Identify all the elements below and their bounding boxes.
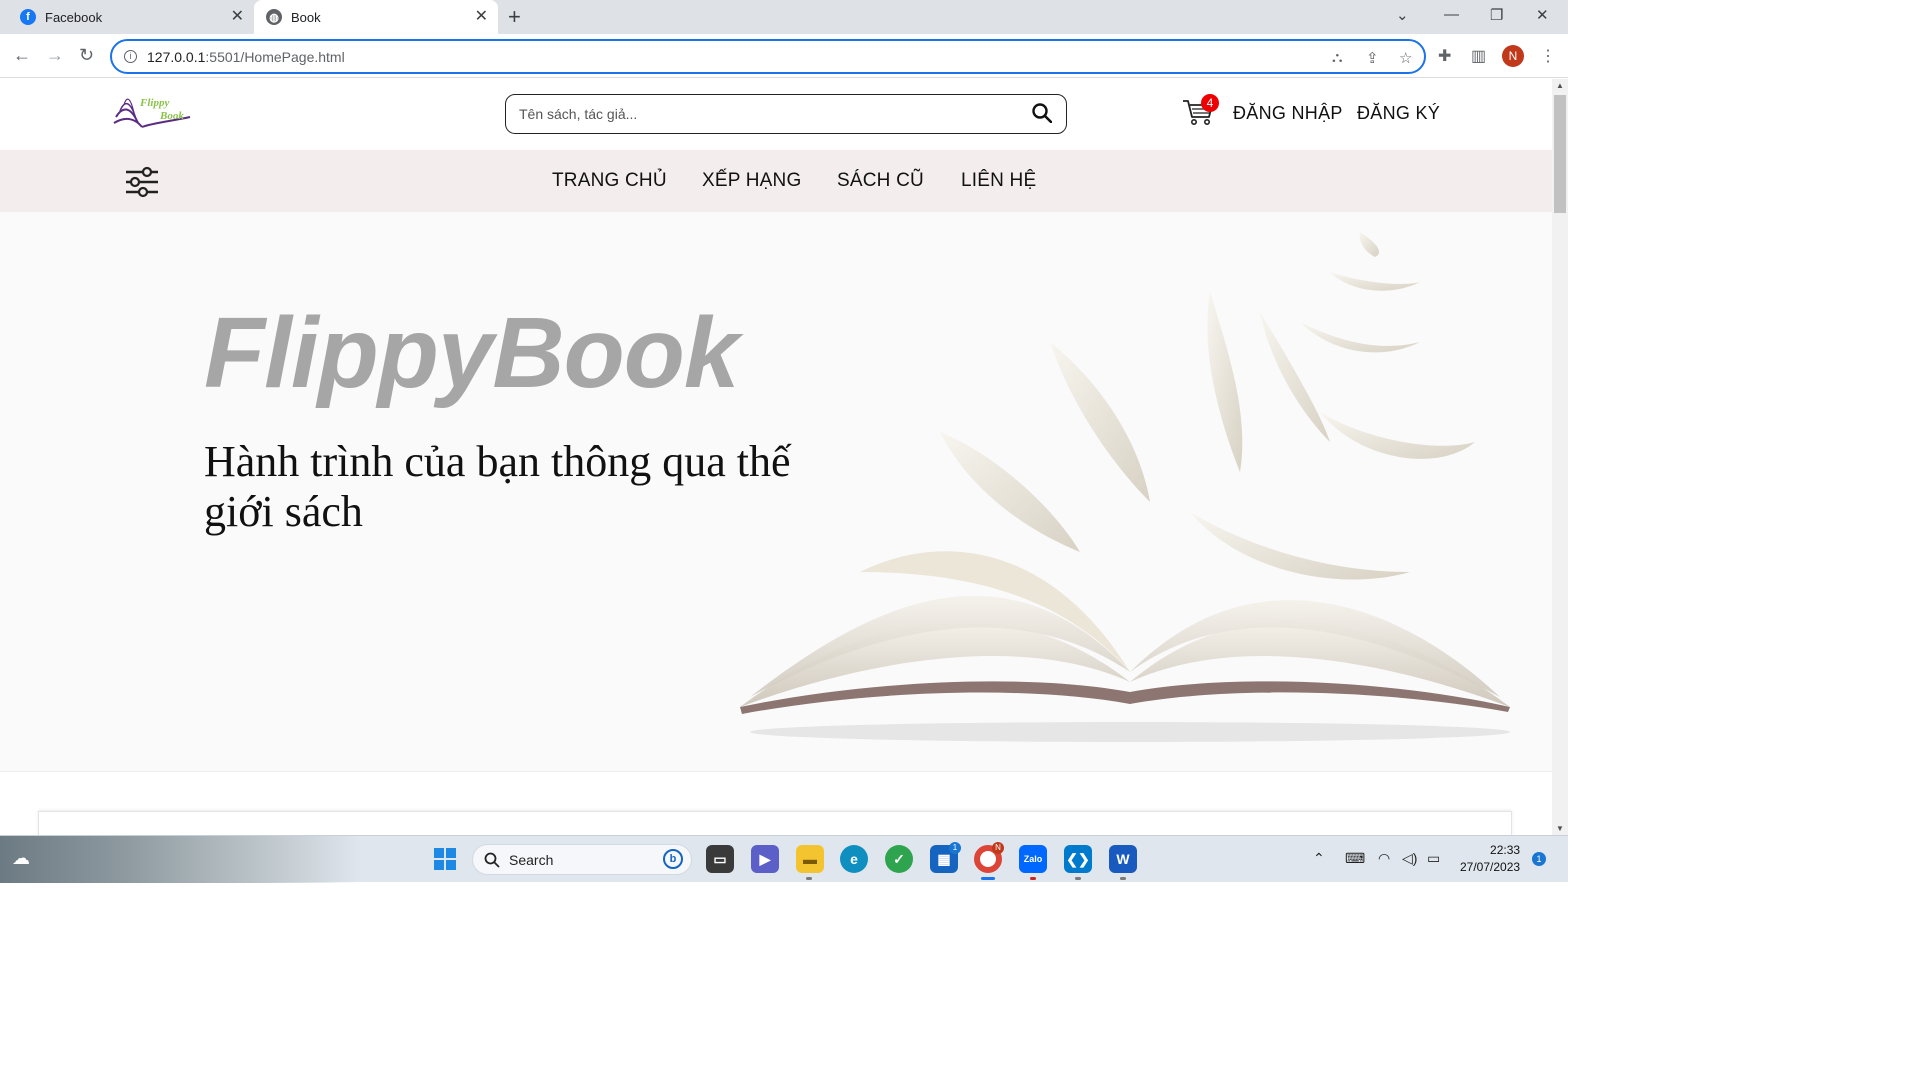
url-host: 127.0.0.1 <box>147 48 206 65</box>
minimize-button[interactable]: — <box>1444 6 1459 23</box>
close-tab-icon[interactable]: ✕ <box>231 9 244 25</box>
globe-icon: ◍ <box>266 9 282 25</box>
file-explorer-icon[interactable]: ▬ <box>796 845 824 873</box>
logo-text-flippy: Flippy <box>140 97 170 109</box>
scroll-up-arrow-icon[interactable]: ▲ <box>1556 81 1564 90</box>
side-panel-icon[interactable]: ▥ <box>1471 46 1486 66</box>
browser-tab-strip: f Facebook ✕ ◍ Book ✕ + ⌄ — ❐ ✕ <box>0 0 1568 34</box>
running-indicator <box>806 877 812 880</box>
notification-badge[interactable]: 1 <box>1532 852 1546 866</box>
running-indicator <box>981 877 995 880</box>
show-hidden-icons[interactable]: ⌃ <box>1313 850 1325 867</box>
clock-date: 27/07/2023 <box>1460 860 1521 874</box>
url-path: :5501/HomePage.html <box>205 48 345 65</box>
battery-icon[interactable]: ▭ <box>1427 850 1440 867</box>
keyboard-icon[interactable]: ⌨ <box>1345 850 1365 867</box>
close-tab-icon[interactable]: ✕ <box>475 9 488 25</box>
logo-text-book: Book <box>160 110 184 122</box>
book-search-field[interactable]: Tên sách, tác giả... <box>505 94 1067 134</box>
browser-toolbar: ← → ↻ i 127.0.0.1:5501/HomePage.html ⛬ ⇪… <box>0 34 1568 78</box>
register-link[interactable]: ĐĂNG KÝ <box>1357 103 1440 124</box>
back-icon[interactable]: ← <box>13 45 31 65</box>
volume-icon[interactable]: ◁) <box>1402 850 1417 867</box>
teams-chat-icon[interactable]: ▶ <box>751 845 779 873</box>
site-logo[interactable]: Flippy Book <box>112 93 194 133</box>
running-indicator <box>1075 877 1081 880</box>
forward-icon[interactable]: → <box>46 45 64 65</box>
address-bar[interactable]: i 127.0.0.1:5501/HomePage.html ⛬ ⇪ ☆ <box>110 39 1426 74</box>
site-info-icon[interactable]: i <box>124 50 137 63</box>
running-indicator <box>1030 877 1036 880</box>
extensions-icon[interactable]: ✚ <box>1438 46 1451 66</box>
taskbar-search[interactable]: Search b <box>472 844 692 875</box>
search-icon[interactable] <box>1032 103 1052 123</box>
page-viewport: Flippy Book Tên sách, tác giả... 4 ĐĂNG … <box>0 79 1552 835</box>
weather-widget[interactable]: ☁ <box>0 836 360 883</box>
chrome-profile-badge: N <box>992 842 1004 854</box>
system-clock[interactable]: 22:33 27/07/2023 <box>1460 842 1520 876</box>
windows-start-icon[interactable] <box>431 845 459 873</box>
open-book-illustration <box>740 232 1510 742</box>
clock-time: 22:33 <box>1490 843 1521 857</box>
reload-icon[interactable]: ↻ <box>79 45 94 65</box>
nav-ranking[interactable]: XẾP HẠNG <box>702 170 801 192</box>
close-window-button[interactable]: ✕ <box>1536 6 1549 24</box>
share-icon[interactable]: ⇪ <box>1366 49 1379 67</box>
tab-title: Facebook <box>45 9 103 25</box>
scroll-down-arrow-icon[interactable]: ▼ <box>1556 824 1564 833</box>
vscode-icon[interactable]: ❮❯ <box>1064 845 1092 873</box>
page-scrollbar[interactable]: ▲ ▼ <box>1552 79 1568 835</box>
hero-banner: FlippyBook Hành trình của bạn thông qua … <box>0 212 1552 772</box>
kaspersky-icon[interactable]: ✓ <box>885 845 913 873</box>
facebook-icon: f <box>20 9 36 25</box>
search-placeholder: Tên sách, tác giả... <box>519 106 638 122</box>
word-icon[interactable]: W <box>1109 845 1137 873</box>
nav-contact[interactable]: LIÊN HỆ <box>961 170 1036 192</box>
wifi-icon[interactable]: ◠ <box>1378 850 1390 867</box>
new-tab-button[interactable]: + <box>508 6 521 28</box>
login-link[interactable]: ĐĂNG NHẬP <box>1233 103 1343 124</box>
scrollbar-thumb[interactable] <box>1554 95 1566 213</box>
tab-title: Book <box>291 9 321 25</box>
tab-facebook[interactable]: f Facebook ✕ <box>8 0 254 34</box>
nav-home[interactable]: TRANG CHỦ <box>552 170 667 192</box>
bookmark-star-icon[interactable]: ☆ <box>1399 49 1412 67</box>
filter-sliders-icon[interactable] <box>124 164 160 200</box>
featured-books-card <box>38 811 1512 835</box>
site-header: Flippy Book Tên sách, tác giả... 4 ĐĂNG … <box>0 79 1552 150</box>
taskbar-search-label: Search <box>509 851 554 868</box>
hero-title: FlippyBook <box>204 297 739 409</box>
profile-avatar[interactable]: N <box>1502 45 1524 67</box>
browser-menu-icon[interactable]: ⋮ <box>1540 46 1556 66</box>
store-badge: 1 <box>949 842 961 854</box>
bing-icon[interactable]: b <box>663 849 683 869</box>
windows-taskbar: ☁ Search b ▭ ▶ ▬ e ✓ ▦ 1 N Zalo ❮❯ W ⌃ ⌨… <box>0 835 1568 883</box>
zalo-icon[interactable]: Zalo <box>1019 845 1047 873</box>
task-view-icon[interactable]: ▭ <box>706 845 734 873</box>
translate-icon[interactable]: ⛬ <box>1332 49 1343 66</box>
nav-used-books[interactable]: SÁCH CŨ <box>837 170 924 192</box>
edge-icon[interactable]: e <box>840 845 868 873</box>
tab-book[interactable]: ◍ Book ✕ <box>254 0 498 34</box>
running-indicator <box>1120 877 1126 880</box>
search-icon <box>484 852 500 868</box>
restore-button[interactable]: ❐ <box>1490 6 1503 24</box>
main-navigation: TRANG CHỦ XẾP HẠNG SÁCH CŨ LIÊN HỆ <box>0 150 1552 212</box>
cloud-icon: ☁ <box>12 848 30 868</box>
cart-count-badge: 4 <box>1201 94 1219 112</box>
tab-search-icon[interactable]: ⌄ <box>1396 6 1409 24</box>
